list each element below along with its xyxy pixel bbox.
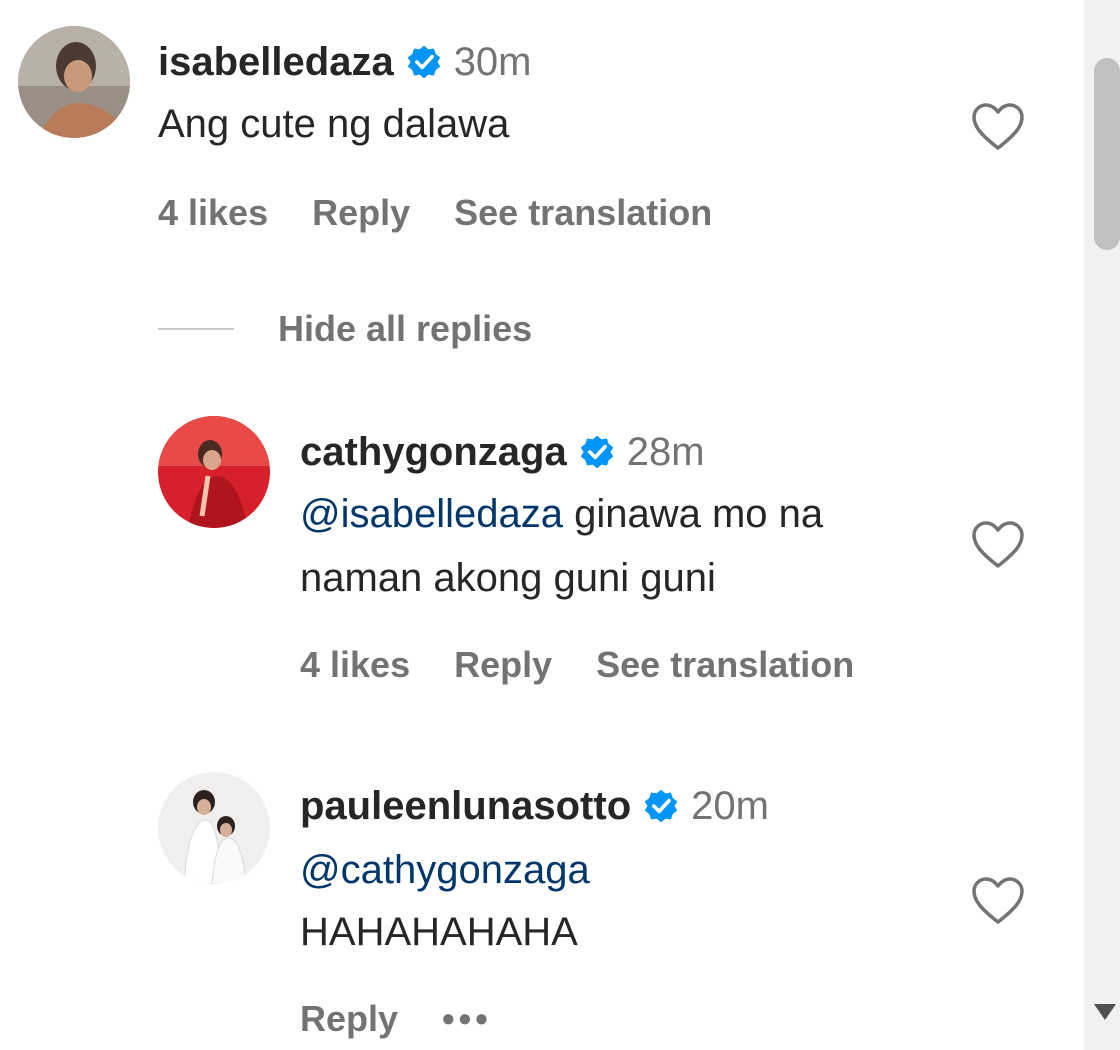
mention-link[interactable]: @cathygonzaga [300, 840, 590, 900]
see-translation-button[interactable]: See translation [596, 644, 854, 686]
verified-badge-icon [407, 45, 440, 79]
timestamp: 30m [453, 40, 532, 84]
likes-count[interactable]: 4 likes [300, 644, 410, 686]
mention-link[interactable]: @isabelledaza [300, 492, 563, 536]
heart-icon[interactable] [970, 520, 1026, 570]
verified-badge-icon [644, 789, 678, 823]
likes-count[interactable]: 4 likes [158, 192, 268, 234]
see-translation-button[interactable]: See translation [454, 192, 712, 234]
scroll-down-arrow-icon[interactable] [1094, 1004, 1116, 1020]
timestamp: 28m [626, 430, 705, 474]
reply-button[interactable]: Reply [454, 644, 552, 686]
mention-text[interactable]: @cathygonzaga [300, 848, 590, 892]
heart-icon[interactable] [970, 102, 1026, 152]
scrollbar-thumb[interactable] [1094, 58, 1120, 250]
comment-text-line-2: naman akong guni guni [300, 556, 716, 600]
comment-text: ginawa mo na [563, 492, 824, 536]
divider [158, 328, 234, 330]
scrollbar[interactable] [1084, 0, 1120, 1050]
heart-icon[interactable] [970, 876, 1026, 926]
hide-replies-label: Hide all replies [278, 308, 533, 349]
reply-button[interactable]: Reply [312, 192, 410, 234]
avatar[interactable] [18, 26, 130, 138]
username[interactable]: cathygonzaga [300, 428, 567, 476]
more-options-icon[interactable]: ••• [442, 998, 492, 1040]
avatar[interactable] [158, 416, 270, 528]
comment-text: HAHAHAHAHA [300, 910, 578, 954]
reply-button[interactable]: Reply [300, 998, 398, 1040]
comment-text-line-1: @isabelledaza ginawa mo na [300, 484, 823, 544]
username[interactable]: isabelledaza [158, 38, 394, 86]
comment-text: Ang cute ng dalawa [158, 102, 510, 146]
verified-badge-icon [580, 435, 613, 469]
username[interactable]: pauleenlunasotto [300, 782, 631, 830]
avatar[interactable] [158, 772, 270, 884]
hide-all-replies-button[interactable]: Hide all replies [158, 308, 532, 350]
timestamp: 20m [691, 784, 769, 828]
